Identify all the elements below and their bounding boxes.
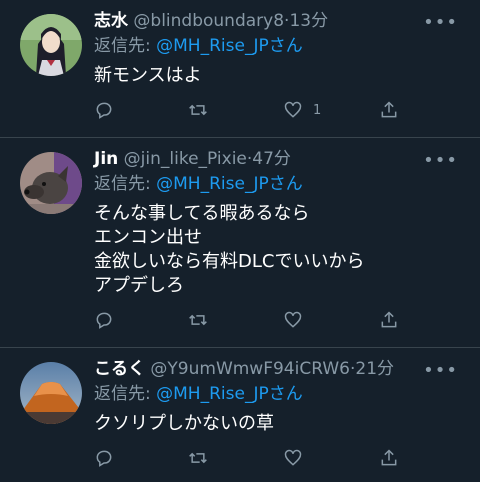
- more-options-icon[interactable]: •••: [423, 362, 458, 380]
- author-handle[interactable]: @Y9umWmwF94iCRW6: [150, 359, 350, 379]
- share-icon: [381, 101, 397, 118]
- author-name[interactable]: Jin: [94, 149, 118, 169]
- retweet-icon: [189, 452, 207, 464]
- like-count: 1: [313, 102, 322, 118]
- reply-label: 返信先:: [94, 174, 151, 194]
- like-button[interactable]: 1: [283, 98, 321, 122]
- reply-button[interactable]: [94, 308, 114, 332]
- tweet-text-line: そんな事してる暇あるなら: [94, 203, 310, 224]
- retweet-button[interactable]: [188, 446, 208, 470]
- heart-icon: [284, 449, 302, 466]
- tweet-text-line: 金欲しいなら有料DLCでいいから: [94, 251, 365, 272]
- timestamp[interactable]: 13分: [289, 11, 328, 31]
- like-button[interactable]: [283, 308, 303, 332]
- more-options-icon[interactable]: •••: [423, 152, 458, 170]
- avatar[interactable]: [20, 152, 82, 214]
- author-handle[interactable]: @blindboundary8: [133, 11, 284, 31]
- tweet-text-line: エンコン出せ: [94, 227, 202, 248]
- heart-icon: [284, 101, 302, 118]
- share-button[interactable]: [379, 98, 399, 122]
- author-handle[interactable]: @jin_like_Pixie: [124, 149, 247, 169]
- reply-button[interactable]: [94, 98, 114, 122]
- like-button[interactable]: [283, 446, 303, 470]
- avatar[interactable]: [20, 14, 82, 76]
- reply-to-link[interactable]: @MH_Rise_JPさん: [156, 174, 303, 194]
- author-name[interactable]: 志水: [94, 11, 128, 31]
- reply-label: 返信先:: [94, 384, 151, 404]
- reply-icon: [96, 312, 112, 329]
- tweet-text-line: アプデしろ: [94, 275, 184, 296]
- retweet-button[interactable]: [188, 98, 208, 122]
- reply-context: 返信先: @MH_Rise_JPさん: [94, 173, 303, 195]
- more-options-icon[interactable]: •••: [423, 14, 458, 32]
- reply-icon: [96, 102, 112, 119]
- tweet-text: クソリプしかないの草: [94, 412, 274, 436]
- tweet[interactable]: 志水 @blindboundary8·13分 ••• 返信先: @MH_Rise…: [0, 0, 480, 138]
- reply-context: 返信先: @MH_Rise_JPさん: [94, 35, 303, 57]
- timestamp[interactable]: 21分: [355, 359, 394, 379]
- tweet-text-line: クソリプしかないの草: [94, 413, 274, 434]
- tweet[interactable]: Jin @jin_like_Pixie·47分 ••• 返信先: @MH_Ris…: [0, 138, 480, 348]
- heart-icon: [284, 311, 302, 328]
- action-bar: [0, 446, 480, 470]
- tweet-text-line: 新モンスはよ: [94, 65, 202, 86]
- reply-context: 返信先: @MH_Rise_JPさん: [94, 383, 303, 405]
- share-button[interactable]: [379, 308, 399, 332]
- author-name[interactable]: こるく: [94, 359, 145, 379]
- tweet-text: 新モンスはよ: [94, 64, 202, 88]
- retweet-button[interactable]: [188, 308, 208, 332]
- share-icon: [381, 311, 397, 328]
- retweet-icon: [189, 314, 207, 326]
- reply-to-link[interactable]: @MH_Rise_JPさん: [156, 36, 303, 56]
- timestamp[interactable]: 47分: [252, 149, 291, 169]
- avatar[interactable]: [20, 362, 82, 424]
- reply-button[interactable]: [94, 446, 114, 470]
- share-button[interactable]: [379, 446, 399, 470]
- tweet-text: そんな事してる暇あるなら エンコン出せ 金欲しいなら有料DLCでいいから アプデ…: [94, 202, 364, 298]
- reply-icon: [96, 450, 112, 467]
- retweet-icon: [189, 104, 207, 116]
- action-bar: [0, 308, 480, 332]
- tweet[interactable]: こるく @Y9umWmwF94iCRW6·21分 ••• 返信先: @MH_Ri…: [0, 348, 480, 482]
- reply-label: 返信先:: [94, 36, 151, 56]
- action-bar: 1: [0, 98, 480, 122]
- reply-to-link[interactable]: @MH_Rise_JPさん: [156, 384, 303, 404]
- share-icon: [381, 449, 397, 466]
